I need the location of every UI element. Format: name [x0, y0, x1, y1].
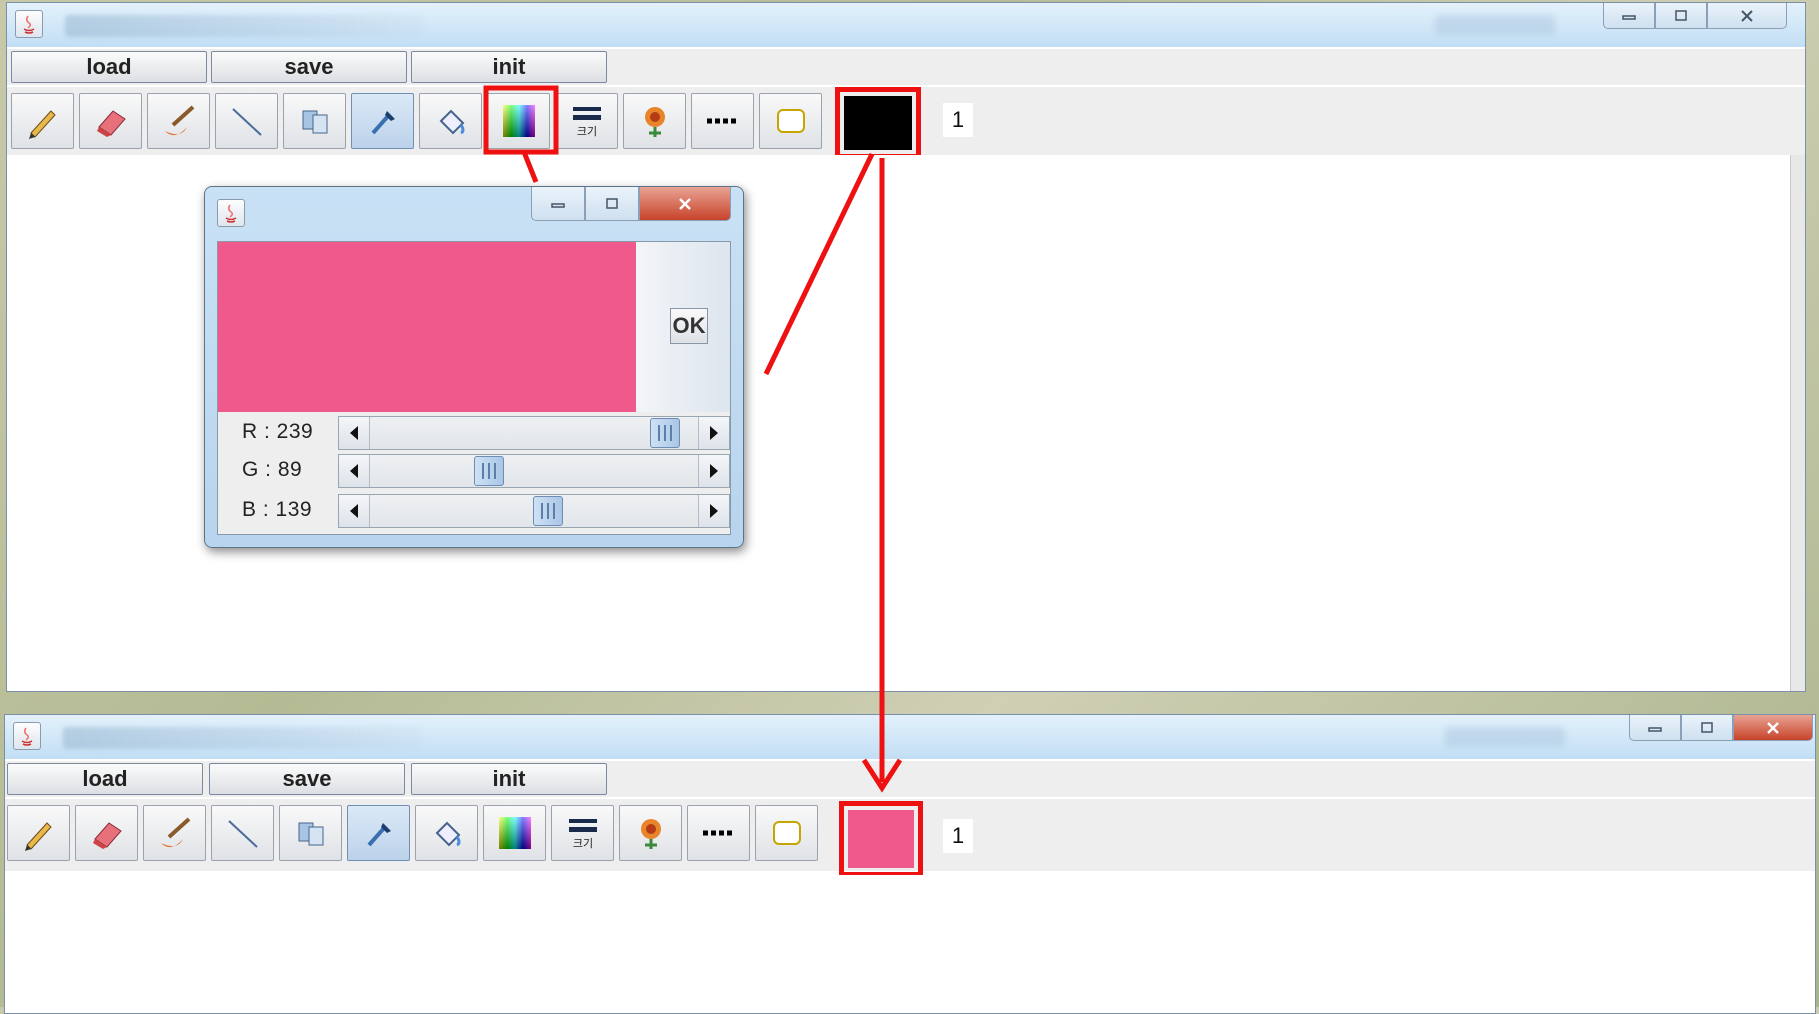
fill-bucket-icon[interactable]	[415, 805, 478, 861]
side-scroll-strip	[1790, 155, 1805, 691]
ok-panel: OK	[636, 242, 730, 412]
shape-icon[interactable]	[279, 805, 342, 861]
paint-window-after: load save init 크기 1	[4, 714, 1816, 1014]
load-button[interactable]: load	[7, 763, 203, 795]
blue-slider-row: B : 139	[218, 492, 730, 530]
line-thickness-icon[interactable]: 크기	[551, 805, 614, 861]
current-color-frame[interactable]	[839, 801, 923, 877]
red-slider-row: R : 239	[218, 414, 730, 452]
tool-bar: 크기 1	[5, 799, 1815, 877]
init-button[interactable]: init	[411, 51, 607, 83]
rounded-rect-icon[interactable]	[759, 93, 822, 149]
thickness-caption: 크기	[572, 837, 592, 850]
brush-icon[interactable]	[143, 805, 206, 861]
red-slider-thumb[interactable]	[650, 418, 681, 448]
thickness-value: 1	[943, 103, 973, 137]
rounded-rect-icon[interactable]	[755, 805, 818, 861]
minimize-icon[interactable]	[1629, 715, 1681, 741]
thickness-caption: 크기	[576, 125, 596, 138]
brush-icon[interactable]	[147, 93, 210, 149]
green-label: G : 89	[242, 458, 303, 481]
title-bar[interactable]	[5, 715, 1815, 759]
right-arrow-icon[interactable]	[698, 495, 729, 527]
dialog-minimize-icon[interactable]	[531, 187, 585, 221]
green-slider-row: G : 89	[218, 452, 730, 490]
save-button[interactable]: save	[211, 51, 407, 83]
dashed-line-icon[interactable]	[687, 805, 750, 861]
current-color-swatch[interactable]	[848, 810, 914, 868]
color-palette-icon[interactable]	[483, 805, 546, 861]
dialog-java-icon	[217, 199, 245, 227]
eraser-icon[interactable]	[75, 805, 138, 861]
line-thickness-icon[interactable]: 크기	[555, 93, 618, 149]
blue-label: B : 139	[242, 498, 313, 521]
dialog-close-icon[interactable]	[639, 187, 731, 221]
blue-scrollbar[interactable]	[338, 494, 730, 528]
left-arrow-icon[interactable]	[339, 495, 370, 527]
dialog-maximize-icon[interactable]	[585, 187, 639, 221]
init-button[interactable]: init	[411, 763, 607, 795]
close-icon[interactable]	[1707, 3, 1787, 29]
color-picker-dialog: OK R : 239 G : 89 B : 139	[204, 186, 744, 548]
load-button[interactable]: load	[11, 51, 207, 83]
eyedropper-icon[interactable]	[351, 93, 414, 149]
maximize-icon[interactable]	[1681, 715, 1733, 741]
red-label: R : 239	[242, 420, 314, 443]
pencil-icon[interactable]	[7, 805, 70, 861]
fill-bucket-icon[interactable]	[419, 93, 482, 149]
green-slider-thumb[interactable]	[473, 456, 504, 486]
left-arrow-icon[interactable]	[339, 417, 370, 449]
java-app-icon	[13, 722, 41, 750]
ok-button[interactable]: OK	[670, 308, 708, 344]
right-arrow-icon[interactable]	[698, 455, 729, 487]
stamp-icon[interactable]	[623, 93, 686, 149]
right-arrow-icon[interactable]	[698, 417, 729, 449]
left-arrow-icon[interactable]	[339, 455, 370, 487]
file-button-row: load save init	[5, 761, 1815, 797]
blue-slider-thumb[interactable]	[532, 496, 563, 526]
eyedropper-icon[interactable]	[347, 805, 410, 861]
minimize-icon[interactable]	[1603, 3, 1655, 29]
color-preview	[218, 242, 636, 412]
color-palette-icon[interactable]	[487, 93, 550, 149]
shape-icon[interactable]	[283, 93, 346, 149]
tool-bar: 크기 1	[7, 87, 1805, 159]
java-app-icon	[15, 10, 43, 38]
current-color-frame[interactable]	[835, 87, 921, 159]
close-icon[interactable]	[1733, 715, 1813, 741]
red-scrollbar[interactable]	[338, 416, 730, 450]
current-color-swatch[interactable]	[844, 96, 912, 150]
drawing-canvas[interactable]	[5, 875, 1815, 1013]
dialog-content: OK R : 239 G : 89 B : 139	[217, 241, 731, 535]
file-button-row: load save init	[7, 49, 1805, 85]
green-scrollbar[interactable]	[338, 454, 730, 488]
pencil-icon[interactable]	[11, 93, 74, 149]
line-icon[interactable]	[215, 93, 278, 149]
dashed-line-icon[interactable]	[691, 93, 754, 149]
maximize-icon[interactable]	[1655, 3, 1707, 29]
stamp-icon[interactable]	[619, 805, 682, 861]
thickness-value: 1	[943, 819, 973, 853]
title-bar[interactable]	[7, 3, 1805, 47]
line-icon[interactable]	[211, 805, 274, 861]
save-button[interactable]: save	[209, 763, 405, 795]
eraser-icon[interactable]	[79, 93, 142, 149]
